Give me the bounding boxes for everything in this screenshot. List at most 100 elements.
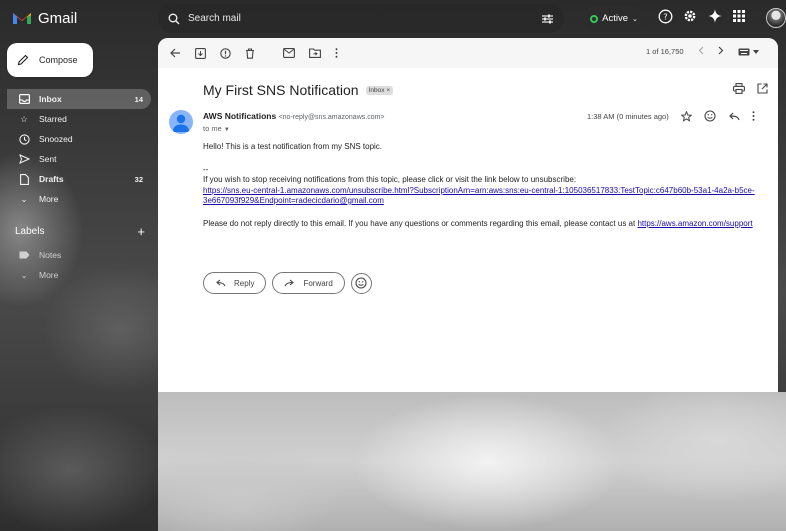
inbox-icon: [17, 94, 31, 104]
sidebar-item-label: Snoozed: [39, 134, 73, 144]
previous-chevron-icon[interactable]: [698, 46, 704, 57]
sender-info: AWS Notifications <no-reply@sns.amazonaw…: [203, 111, 385, 121]
filter-options-icon[interactable]: [541, 13, 554, 25]
label-item-label: Notes: [39, 250, 62, 260]
inbox-count: 14: [134, 94, 143, 104]
chevron-down-icon: ⌄: [20, 193, 28, 204]
labels-title: Labels: [15, 226, 45, 237]
drafts-count: 32: [134, 174, 143, 184]
pagination-count: 1 of 16,750: [646, 47, 684, 56]
compose-label: Compose: [39, 55, 78, 65]
add-label-plus-icon[interactable]: +: [137, 224, 145, 239]
email-timestamp: 1:38 AM (0 minutes ago): [587, 112, 669, 121]
chevron-down-icon: ⌄: [20, 269, 28, 280]
reply-actions: Reply Forward: [203, 272, 372, 294]
chevron-down-icon[interactable]: ▼: [224, 127, 230, 133]
sidebar-item-label: Starred: [39, 114, 67, 124]
inbox-label-badge[interactable]: Inbox ×: [365, 85, 394, 95]
account-avatar[interactable]: [766, 8, 786, 28]
search-bar[interactable]: Search mail: [158, 4, 564, 33]
reply-button[interactable]: Reply: [203, 272, 267, 294]
email-body: Hello! This is a test notification from …: [203, 142, 768, 229]
report-spam-icon[interactable]: [220, 47, 231, 59]
delete-trash-icon[interactable]: [245, 47, 255, 59]
email-subject: My First SNS Notification: [203, 82, 359, 98]
sidebar-item-label: More: [39, 194, 59, 204]
mark-unread-mail-icon[interactable]: [283, 48, 295, 58]
input-tools-keyboard-icon[interactable]: [738, 48, 759, 56]
clock-icon: [17, 133, 31, 145]
emoji-reaction-button[interactable]: [350, 272, 372, 294]
background-area: [158, 392, 786, 531]
label-item-more[interactable]: ⌄ More: [7, 265, 151, 285]
gmail-logo[interactable]: Gmail: [12, 10, 77, 27]
forward-button[interactable]: Forward: [272, 272, 345, 294]
help-icon[interactable]: ?: [658, 9, 673, 24]
settings-gear-icon[interactable]: [682, 8, 698, 24]
unsubscribe-link-continued[interactable]: 3e667093f929&Endpoint=radecicdario@gmail…: [203, 196, 384, 205]
reply-icon[interactable]: [728, 112, 740, 123]
open-new-window-icon[interactable]: [757, 83, 768, 96]
sidebar-item-starred[interactable]: ☆ Starred: [7, 109, 151, 129]
sidebar-item-inbox[interactable]: Inbox 14: [7, 89, 151, 109]
move-to-folder-icon[interactable]: [309, 48, 321, 58]
app-name: Gmail: [38, 10, 78, 27]
sidebar-item-label: Drafts: [39, 174, 64, 184]
body-footer-text: Please do not reply directly to this ema…: [203, 218, 638, 228]
draft-file-icon: [17, 173, 31, 185]
gemini-sparkle-icon[interactable]: [707, 8, 723, 24]
status-label: Active: [602, 13, 628, 24]
label-item-notes[interactable]: Notes: [7, 245, 151, 265]
sidebar-item-label: Inbox: [39, 94, 62, 104]
status-active-button[interactable]: Active ⌄: [583, 5, 645, 32]
reply-arrow-icon: [216, 279, 226, 287]
archive-icon[interactable]: [195, 47, 206, 59]
sidebar-nav: Inbox 14 ☆ Starred Snoozed Sent Drafts 3…: [7, 89, 151, 209]
chevron-down-icon: ⌄: [632, 15, 638, 23]
label-tag-icon: [17, 251, 31, 259]
badge-label: Inbox: [368, 86, 385, 94]
recipient-details[interactable]: to me ▼: [203, 124, 230, 133]
next-chevron-icon[interactable]: [718, 46, 724, 57]
labels-list: Notes ⌄ More: [7, 245, 151, 285]
print-icon[interactable]: [733, 83, 745, 96]
forward-arrow-icon: [284, 279, 295, 287]
star-icon: ☆: [20, 113, 28, 124]
back-arrow-icon[interactable]: [170, 48, 181, 58]
recipient-text: to me: [203, 124, 222, 133]
add-reaction-emoji-icon[interactable]: [704, 110, 716, 124]
apps-grid-icon[interactable]: [732, 9, 746, 23]
body-greeting: Hello! This is a test notification from …: [203, 142, 383, 151]
search-input[interactable]: Search mail: [188, 13, 541, 24]
smiley-icon: [355, 277, 367, 289]
gmail-m-icon: [13, 13, 31, 24]
sidebar-item-sent[interactable]: Sent: [7, 149, 151, 169]
remove-label-icon[interactable]: ×: [386, 87, 390, 94]
unsubscribe-link[interactable]: https://sns.eu-central-1.amazonaws.com/u…: [203, 186, 755, 195]
email-subject-row: My First SNS Notification Inbox ×: [203, 82, 394, 98]
label-item-label: More: [39, 270, 59, 280]
sidebar-item-label: Sent: [39, 154, 57, 164]
labels-header: Labels +: [15, 224, 145, 239]
more-vertical-icon[interactable]: [335, 48, 338, 58]
forward-label: Forward: [303, 278, 333, 288]
email-toolbar: 1 of 16,750: [158, 38, 778, 68]
pencil-icon: [17, 54, 29, 66]
active-status-icon: [590, 14, 599, 23]
more-vertical-icon[interactable]: [752, 111, 755, 123]
star-icon[interactable]: [680, 110, 693, 124]
sender-name[interactable]: AWS Notifications: [203, 111, 276, 121]
sender-avatar[interactable]: [169, 110, 193, 134]
person-icon: [172, 114, 190, 132]
sidebar-item-more[interactable]: ⌄ More: [7, 189, 151, 209]
sidebar-item-drafts[interactable]: Drafts 32: [7, 169, 151, 189]
search-icon[interactable]: [168, 13, 180, 25]
send-icon: [17, 154, 31, 164]
support-link[interactable]: https://aws.amazon.com/support: [637, 219, 752, 228]
email-view-panel: 1 of 16,750 My First SNS Notification In…: [158, 38, 778, 392]
body-separator: --: [203, 164, 209, 174]
compose-button[interactable]: Compose: [7, 43, 93, 77]
sidebar-item-snoozed[interactable]: Snoozed: [7, 129, 151, 149]
svg-text:?: ?: [663, 12, 667, 21]
sender-email: <no-reply@sns.amazonaws.com>: [278, 114, 385, 121]
